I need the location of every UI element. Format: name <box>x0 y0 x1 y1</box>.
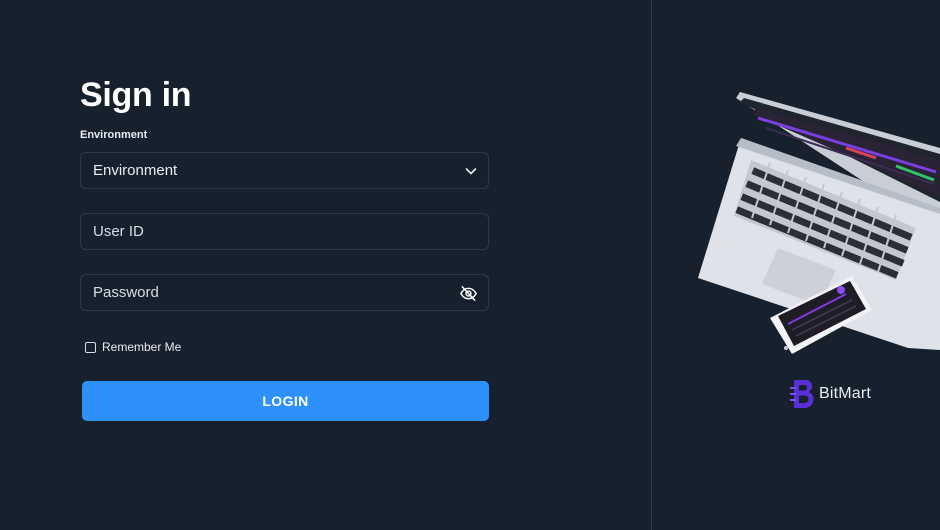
environment-select-value: Environment <box>93 162 178 179</box>
user-id-placeholder: User ID <box>93 223 144 240</box>
devices-illustration <box>698 92 940 354</box>
page-title: Sign in <box>80 76 192 114</box>
chevron-down-icon <box>465 168 477 175</box>
environment-select[interactable]: Environment <box>80 152 489 189</box>
user-id-field[interactable]: User ID <box>80 213 489 250</box>
password-field[interactable]: Password <box>80 274 489 311</box>
panel-divider <box>651 0 652 530</box>
password-placeholder: Password <box>93 284 159 301</box>
brand-name: BitMart <box>819 385 872 402</box>
bitmart-logo-icon <box>790 380 814 408</box>
eye-off-icon[interactable] <box>459 284 478 303</box>
brand-lockup: BitMart <box>790 378 871 410</box>
remember-me-label: Remember Me <box>102 340 182 354</box>
remember-me-checkbox[interactable] <box>85 341 96 353</box>
environment-label: Environment <box>80 129 148 141</box>
login-button[interactable]: LOGIN <box>82 381 489 421</box>
remember-me[interactable]: Remember Me <box>85 340 181 354</box>
